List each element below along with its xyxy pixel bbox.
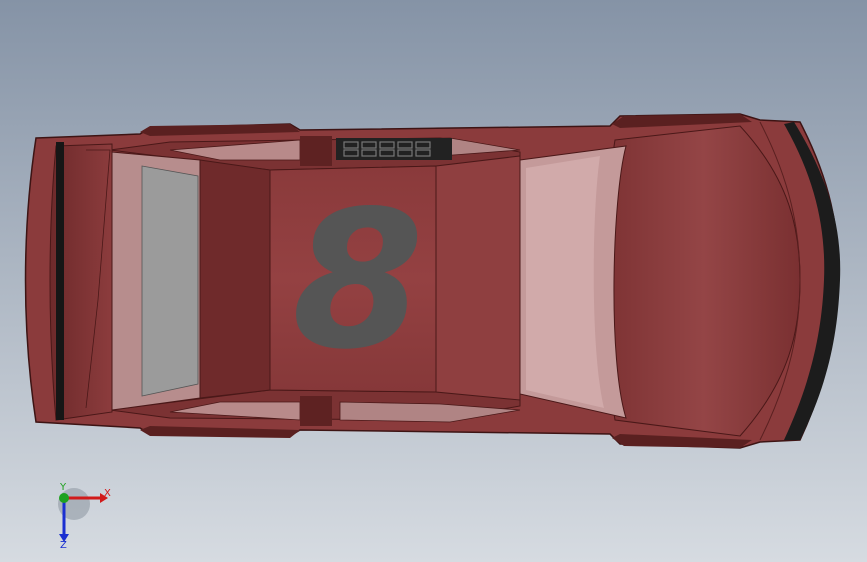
roof-rear-panel [199, 159, 271, 399]
rear-tire-left [56, 142, 64, 420]
y-axis-label: Y [59, 482, 67, 493]
x-axis-label: X [104, 488, 111, 499]
roof-front-panel [435, 155, 521, 401]
b-pillar-top [300, 136, 332, 166]
b-pillar-bottom [300, 396, 332, 426]
car-number: 8 [292, 170, 424, 391]
hood [607, 125, 801, 437]
car-model[interactable]: 8 [0, 0, 867, 562]
car-number-decal: 8 [292, 170, 424, 391]
z-axis-label: Z [60, 540, 67, 550]
y-axis-dot [59, 493, 69, 503]
windshield-glare [526, 156, 604, 408]
coordinate-triad: X Y Z [58, 482, 111, 550]
rear-window-inner [141, 165, 199, 397]
cowl-vent [336, 138, 452, 160]
graphics-viewport[interactable]: 8 X Y Z [0, 0, 867, 562]
